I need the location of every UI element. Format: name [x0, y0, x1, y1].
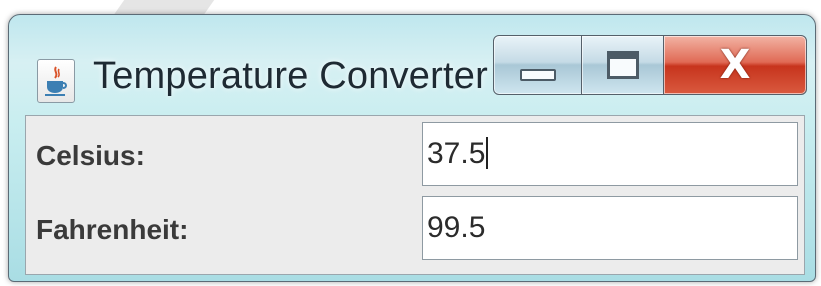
fahrenheit-label: Fahrenheit:	[36, 214, 189, 245]
celsius-value: 37.5	[427, 137, 486, 170]
text-caret	[486, 137, 489, 169]
fahrenheit-value: 99.5	[427, 211, 486, 244]
celsius-input[interactable]: 37.5	[422, 122, 798, 186]
celsius-row: Celsius: 37.5	[26, 120, 804, 192]
fahrenheit-input[interactable]: 99.5	[422, 196, 798, 260]
celsius-label: Celsius:	[36, 140, 145, 171]
content-panel: Celsius: 37.5 Fahrenheit: 99.5	[25, 115, 805, 275]
window-title: Temperature Converter	[93, 55, 488, 97]
fahrenheit-row: Fahrenheit: 99.5	[26, 194, 804, 266]
maximize-icon	[607, 51, 639, 79]
app-window: Temperature Converter X Celsius: 37.5 Fa…	[8, 14, 816, 282]
title-bar[interactable]: Temperature Converter X	[9, 15, 815, 111]
minimize-button[interactable]	[493, 35, 583, 95]
close-button[interactable]: X	[663, 35, 807, 95]
java-cup-icon[interactable]	[37, 59, 75, 103]
minimize-icon	[520, 69, 556, 81]
close-icon: X	[719, 42, 751, 88]
maximize-button[interactable]	[581, 35, 665, 95]
